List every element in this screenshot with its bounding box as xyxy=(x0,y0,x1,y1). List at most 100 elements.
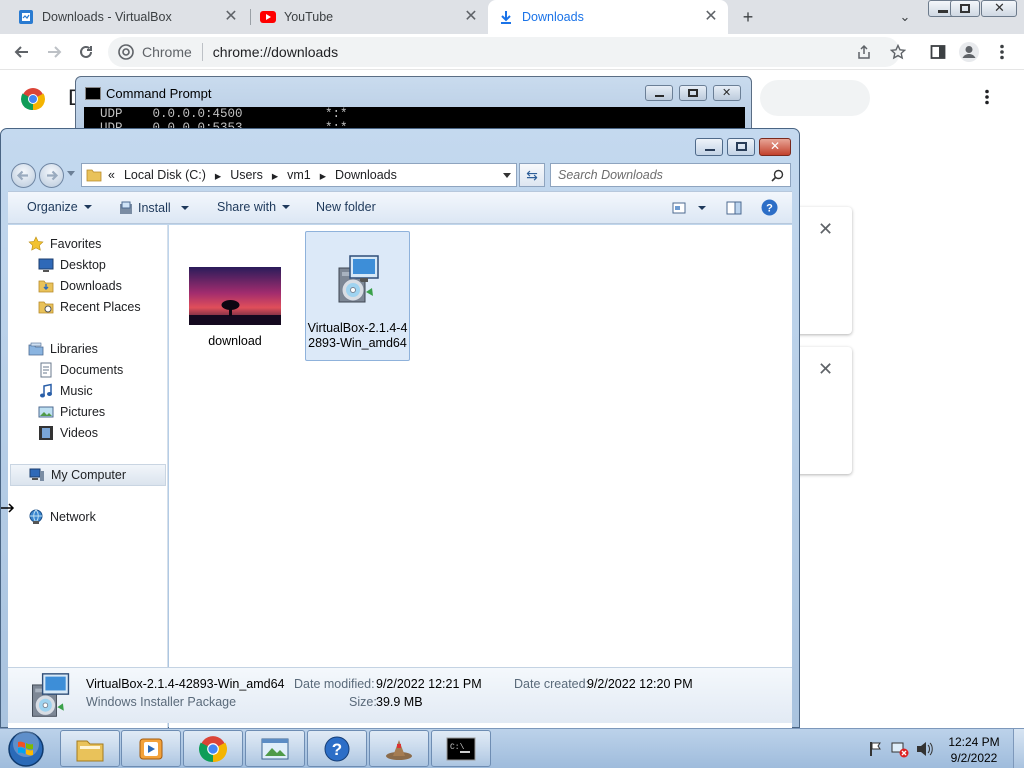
taskbar-wizard-app-button[interactable] xyxy=(369,730,429,767)
minimize-button[interactable] xyxy=(695,138,723,156)
address-bar[interactable]: « Local Disk (C:) ▸ Users ▸ vm1 ▸ Downlo… xyxy=(81,163,517,187)
back-arrow-icon[interactable] xyxy=(10,40,34,64)
forward-arrow-icon[interactable] xyxy=(42,40,66,64)
maximize-icon xyxy=(688,89,698,97)
search-box[interactable] xyxy=(550,163,791,187)
tab-downloads-virtualbox[interactable]: Downloads - VirtualBox ✕ xyxy=(8,0,248,34)
search-icon[interactable] xyxy=(771,169,784,182)
page-menu-icon[interactable] xyxy=(985,89,989,108)
breadcrumb-separator-icon[interactable]: ▸ xyxy=(320,168,326,183)
maximize-button[interactable] xyxy=(727,138,755,156)
help-button[interactable]: ? xyxy=(761,199,778,216)
maximize-button[interactable] xyxy=(679,85,707,101)
tab-search-chevron-icon[interactable]: ⌄ xyxy=(894,6,916,28)
nav-pictures[interactable]: Pictures xyxy=(38,402,105,422)
nav-my-computer[interactable]: My Computer xyxy=(10,464,166,486)
file-name-line: 2893-Win_amd64 xyxy=(308,336,407,350)
close-tab-icon[interactable]: ✕ xyxy=(222,8,240,26)
maximize-icon xyxy=(736,142,747,151)
recent-pages-chevron-icon[interactable] xyxy=(67,171,75,176)
share-icon[interactable] xyxy=(856,44,872,60)
breadcrumb-separator-icon[interactable]: ▸ xyxy=(272,168,278,183)
close-tab-icon[interactable]: ✕ xyxy=(702,8,720,26)
minimize-icon xyxy=(705,149,715,151)
nav-recent-places[interactable]: Recent Places xyxy=(38,297,141,317)
chrome-toolbar: Chrome chrome://downloads xyxy=(0,34,1024,70)
nav-desktop[interactable]: Desktop xyxy=(38,255,106,275)
bookmark-star-icon[interactable] xyxy=(890,44,906,60)
remove-download-icon[interactable]: ✕ xyxy=(818,219,833,240)
install-button[interactable]: Install xyxy=(118,200,189,216)
tab-youtube[interactable]: YouTube ✕ xyxy=(250,0,488,34)
taskbar-cmd-button[interactable]: C:\ xyxy=(431,730,491,767)
taskbar-chrome-button[interactable] xyxy=(183,730,243,767)
reload-icon[interactable] xyxy=(74,40,98,64)
help-icon: ? xyxy=(324,736,350,761)
volume-icon[interactable] xyxy=(915,741,933,757)
documents-icon xyxy=(40,362,52,378)
show-desktop-button[interactable] xyxy=(1013,729,1024,768)
new-tab-icon[interactable]: + xyxy=(737,6,759,28)
chrome-logo-icon xyxy=(199,735,227,762)
cmd-icon: C:\ xyxy=(446,737,476,760)
breadcrumb-chevrons[interactable]: « xyxy=(108,168,115,182)
close-button[interactable]: ✕ xyxy=(759,138,791,156)
address-dropdown-icon[interactable] xyxy=(503,173,511,178)
command-prompt-window[interactable]: Command Prompt ✕ UDP 0.0.0.0:4500 *:*UDP… xyxy=(75,76,752,137)
file-item[interactable]: download xyxy=(187,267,283,348)
nav-libraries[interactable]: Libraries xyxy=(28,339,98,359)
file-name-line: VirtualBox-2.1.4-4 xyxy=(307,321,408,335)
preview-pane-button[interactable] xyxy=(726,201,742,215)
share-with-button[interactable]: Share with xyxy=(217,200,291,214)
chrome-menu-icon[interactable] xyxy=(990,40,1014,64)
system-clock[interactable]: 12:24 PM 9/2/2022 xyxy=(944,734,1004,766)
file-item-selected[interactable]: VirtualBox-2.1.4-4 2893-Win_amd64 xyxy=(305,231,410,361)
taskbar-media-player-button[interactable] xyxy=(121,730,181,767)
taskbar-help-button[interactable]: ? xyxy=(307,730,367,767)
profile-avatar-icon[interactable] xyxy=(957,40,981,64)
tab-downloads[interactable]: Downloads ✕ xyxy=(488,0,728,34)
change-view-button[interactable] xyxy=(672,202,706,214)
downloads-search-field[interactable] xyxy=(760,80,870,116)
close-button[interactable]: ✕ xyxy=(713,85,741,101)
nav-network[interactable]: Network xyxy=(28,507,96,527)
breadcrumb-item[interactable]: vm1 xyxy=(287,168,311,182)
nav-favorites[interactable]: Favorites xyxy=(28,234,101,254)
nav-music[interactable]: Music xyxy=(38,381,93,401)
search-input[interactable] xyxy=(551,164,761,186)
nav-downloads[interactable]: Downloads xyxy=(38,276,122,296)
side-panel-icon[interactable] xyxy=(926,40,950,64)
breadcrumb-separator-icon[interactable]: ▸ xyxy=(215,168,221,183)
taskbar-explorer-button[interactable] xyxy=(60,730,120,767)
taskbar-network-button[interactable] xyxy=(245,730,305,767)
minimize-button[interactable] xyxy=(645,85,673,101)
nav-videos[interactable]: Videos xyxy=(38,423,98,443)
back-button[interactable] xyxy=(11,163,36,188)
remove-download-icon[interactable]: ✕ xyxy=(818,359,833,380)
start-button[interactable] xyxy=(6,730,46,768)
organize-button[interactable]: Organize xyxy=(27,200,92,214)
network-disconnected-icon[interactable] xyxy=(891,740,909,758)
nav-documents[interactable]: Documents xyxy=(38,360,123,380)
action-center-flag-icon[interactable] xyxy=(868,741,882,757)
breadcrumb-item[interactable]: Local Disk (C:) xyxy=(124,168,206,182)
close-tab-icon[interactable]: ✕ xyxy=(462,8,480,26)
omnibox[interactable]: Chrome chrome://downloads xyxy=(108,37,906,67)
refresh-button[interactable]: ⇆ xyxy=(519,163,545,187)
new-folder-button[interactable]: New folder xyxy=(316,200,376,214)
close-window-button[interactable]: ✕ xyxy=(981,0,1017,17)
breadcrumb-item[interactable]: Users xyxy=(230,168,263,182)
restore-button[interactable] xyxy=(950,0,980,17)
clock-time: 12:24 PM xyxy=(948,735,1000,749)
explorer-window[interactable]: ✕ « Local Disk (C:) ▸ Users ▸ vm1 ▸ Down… xyxy=(0,128,800,768)
installer-icon xyxy=(120,201,132,214)
command-bar: Organize Install Share with New folder ? xyxy=(8,191,792,224)
site-chip: Chrome xyxy=(142,44,192,60)
nav-label: Music xyxy=(60,384,93,398)
music-note-icon xyxy=(40,383,52,398)
nav-label: Downloads xyxy=(60,279,122,293)
forward-button[interactable] xyxy=(39,163,64,188)
chrome-logo-icon xyxy=(118,44,134,60)
breadcrumb-item[interactable]: Downloads xyxy=(335,168,397,182)
download-arrow-icon xyxy=(501,11,511,24)
